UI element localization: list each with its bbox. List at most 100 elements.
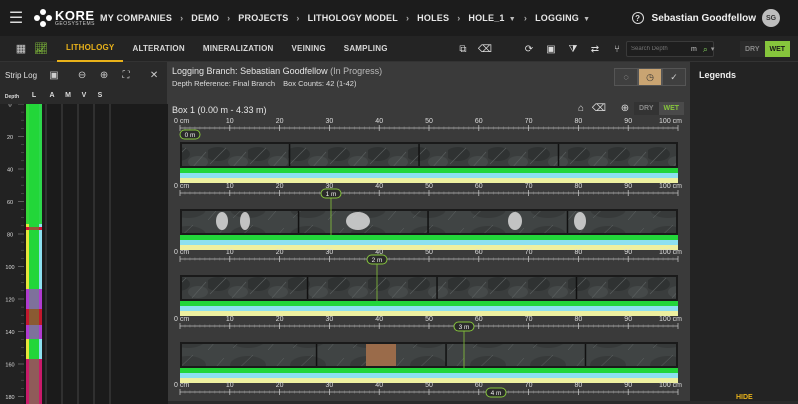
- hamburger-menu-icon[interactable]: ☰: [0, 0, 32, 36]
- col-v[interactable]: V: [76, 92, 92, 102]
- user-name[interactable]: Sebastian Goodfellow: [652, 13, 756, 24]
- refresh-icon[interactable]: ⟳: [518, 36, 540, 62]
- alteration-band[interactable]: [180, 306, 678, 311]
- search-depth-input[interactable]: [631, 46, 687, 52]
- avatar[interactable]: SG: [762, 9, 780, 27]
- depth-marker[interactable]: 4 m: [485, 387, 507, 398]
- ruler-tick-label: 100 cm: [659, 183, 682, 190]
- depth-tick-label: 40: [7, 168, 13, 174]
- zoom-in-icon[interactable]: ⊕: [616, 103, 634, 114]
- ruler-tick-label: 40: [375, 316, 383, 323]
- core-image[interactable]: [182, 277, 676, 299]
- logging-view: Logging Branch: Sebastian Goodfellow (In…: [168, 62, 690, 401]
- circle-dashed-icon[interactable]: ◌: [614, 68, 638, 86]
- lithology-band[interactable]: [180, 368, 678, 373]
- breadcrumb-hole-label: HOLE_1: [468, 13, 505, 23]
- depth-reference-line: Depth Reference: Final Branch Box Counts…: [172, 79, 356, 88]
- lithology-band[interactable]: [180, 301, 678, 306]
- box-wet-button[interactable]: WET: [658, 102, 685, 115]
- col-l[interactable]: L: [24, 92, 44, 102]
- eraser-icon[interactable]: ⌫: [474, 36, 496, 62]
- core-image[interactable]: [182, 144, 676, 166]
- tab-alteration[interactable]: ALTERATION: [123, 36, 193, 62]
- breadcrumb-lithology-model[interactable]: LITHOLOGY MODEL: [304, 13, 402, 23]
- core-row[interactable]: 0 cm 10 20 30 40 50 60 70 80 90 100 cm 0 m: [174, 118, 682, 183]
- close-icon[interactable]: ✕: [143, 70, 165, 81]
- wet-button[interactable]: WET: [764, 41, 791, 57]
- ruler-tick-label: 30: [326, 118, 334, 125]
- breadcrumb-holes[interactable]: HOLES: [413, 13, 453, 23]
- dry-button[interactable]: DRY: [740, 41, 765, 57]
- image-icon[interactable]: ▣: [540, 36, 562, 62]
- sample-tag[interactable]: [366, 344, 396, 366]
- hide-legends-button[interactable]: HIDE: [736, 394, 753, 401]
- core-row[interactable]: 0 cm 10 20 30 40 50 60 70 80 90 100 cm 3 m: [174, 316, 682, 383]
- col-depth: Depth: [4, 94, 20, 100]
- chart-view-icon[interactable]: 📈︎: [31, 36, 51, 62]
- zoom-out-icon[interactable]: ⊖: [71, 70, 93, 81]
- kore-logo-mark: [34, 9, 52, 27]
- ruler-tick-label: 60: [475, 118, 483, 125]
- kore-logo[interactable]: KORE GEOSYSTEMS: [34, 9, 96, 27]
- core-row[interactable]: 0 cm 10 20 30 40 50 60 70 80 90 100 cm1 m: [174, 183, 682, 250]
- core-row[interactable]: 0 cm 10 20 30 40 50 60 70 80 90 100 cm2 m: [174, 249, 682, 316]
- search-icon[interactable]: ⌕: [703, 44, 708, 55]
- image-icon[interactable]: ▣: [43, 70, 65, 81]
- chevron-down-icon[interactable]: ▾: [711, 45, 715, 53]
- branch-name: Sebastian Goodfellow: [240, 66, 328, 76]
- depth-marker[interactable]: 3 m: [453, 321, 475, 332]
- tab-mineralization[interactable]: MINERALIZATION: [194, 36, 283, 62]
- core-image[interactable]: [182, 344, 676, 366]
- tab-sampling[interactable]: SAMPLING: [335, 36, 397, 62]
- core-image[interactable]: [182, 211, 676, 233]
- filter-icon[interactable]: ⧩: [562, 36, 584, 62]
- core-box-canvas[interactable]: 0 cm 10 20 30 40 50 60 70 80 90 100 cm0 m0 cm 10 20 3…: [168, 118, 690, 401]
- lithology-band[interactable]: [180, 168, 678, 173]
- table-view-icon[interactable]: ▦: [11, 36, 31, 62]
- ruler-tick-label: 40: [375, 183, 383, 190]
- ruler-tick-label: 90: [624, 118, 632, 125]
- logo-sub-text: GEOSYSTEMS: [55, 21, 96, 27]
- copy-icon[interactable]: ⧉: [452, 36, 474, 62]
- col-m[interactable]: M: [60, 92, 76, 102]
- clock-icon[interactable]: ◷: [638, 68, 662, 86]
- depth-tick-label: 180: [5, 395, 14, 401]
- breadcrumb-demo[interactable]: DEMO: [187, 13, 223, 23]
- fit-icon[interactable]: ⛶: [115, 70, 137, 81]
- depth-marker[interactable]: 2 m: [366, 254, 388, 265]
- alteration-band[interactable]: [180, 240, 678, 245]
- depth-marker[interactable]: 0 m: [179, 129, 201, 140]
- depth-marker[interactable]: 1 m: [320, 188, 342, 199]
- check-circle-icon[interactable]: ✓: [662, 68, 686, 86]
- layers-icon[interactable]: ⌂: [572, 103, 590, 114]
- strip-log-canvas[interactable]: 0 20 40 60 80 100 120 140 160 180: [0, 104, 168, 404]
- alteration-band[interactable]: [180, 173, 678, 178]
- breadcrumb-logging[interactable]: LOGGING ▼: [531, 13, 594, 23]
- strip-log-panel: Strip Log ▣ ⊖ ⊕ ⛶ ✕ Depth L A M V S 0 20 4…: [0, 62, 168, 404]
- breadcrumb-my-companies[interactable]: MY COMPANIES: [96, 13, 176, 23]
- zoom-in-icon[interactable]: ⊕: [93, 70, 115, 81]
- col-s[interactable]: S: [92, 92, 108, 102]
- depth-tick-label: 160: [5, 363, 14, 369]
- tab-lithology[interactable]: LITHOLOGY: [57, 36, 124, 62]
- lithology-band[interactable]: [180, 235, 678, 240]
- branch-icon[interactable]: ⑂: [606, 36, 628, 62]
- eraser-icon[interactable]: ⌫: [590, 103, 608, 114]
- breadcrumb-hole[interactable]: HOLE_1 ▼: [464, 13, 520, 23]
- help-icon[interactable]: ?: [631, 12, 644, 24]
- col-a[interactable]: A: [44, 92, 60, 102]
- breadcrumb-projects[interactable]: PROJECTS: [234, 13, 292, 23]
- ruler-tick-label: 20: [276, 118, 284, 125]
- strip-log-title: Strip Log: [5, 70, 38, 80]
- ruler-tick-label: 80: [575, 382, 583, 389]
- tab-veining[interactable]: VEINING: [283, 36, 335, 62]
- alteration-band[interactable]: [180, 373, 678, 378]
- user-area: ? Sebastian Goodfellow SG: [631, 0, 798, 36]
- ruler-tick-label: 80: [575, 316, 583, 323]
- ruler-tick-label: 100 cm: [659, 118, 682, 125]
- sync-icon[interactable]: ⇄: [584, 36, 606, 62]
- depth-marker-label: 1 m: [326, 191, 337, 198]
- core-row[interactable]: 0 cm 10 20 30 40 50 60 70 80 90 100 cm 4 m: [174, 382, 682, 398]
- box-dry-button[interactable]: DRY: [634, 102, 659, 115]
- ruler-tick-label: 40: [375, 118, 383, 125]
